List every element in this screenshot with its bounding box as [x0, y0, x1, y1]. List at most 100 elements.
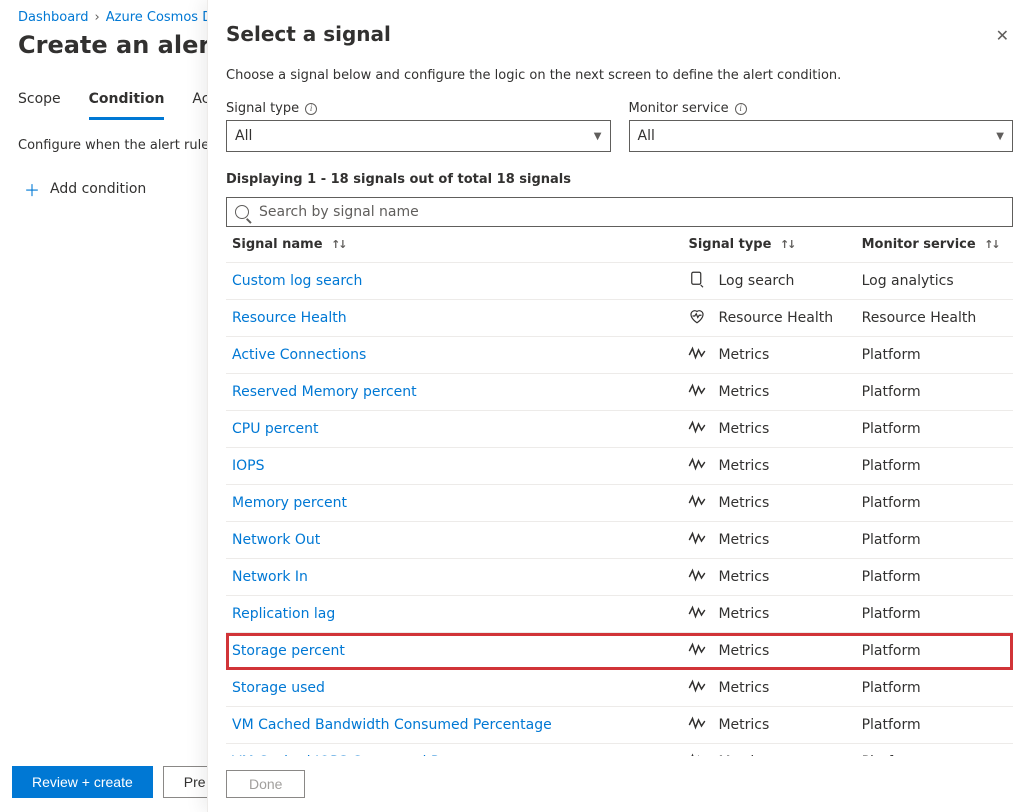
- breadcrumb-cosmos[interactable]: Azure Cosmos D: [106, 10, 212, 25]
- signal-name-link[interactable]: Replication lag: [232, 606, 335, 622]
- metric-icon: [688, 677, 706, 699]
- table-row[interactable]: IOPS Metrics Platform: [226, 448, 1013, 485]
- monitor-service-text: Resource Health: [856, 300, 1013, 337]
- signal-name-link[interactable]: Custom log search: [232, 273, 362, 289]
- review-create-button[interactable]: Review + create: [12, 766, 153, 798]
- monitor-service-text: Platform: [856, 411, 1013, 448]
- panel-title: Select a signal: [226, 22, 391, 46]
- monitor-service-text: Platform: [856, 670, 1013, 707]
- monitor-service-select[interactable]: All ▼: [629, 120, 1014, 152]
- monitor-service-text: Platform: [856, 744, 1013, 757]
- sort-icon: ↑↓: [984, 238, 998, 251]
- chevron-down-icon: ▼: [996, 131, 1004, 142]
- table-row[interactable]: Reserved Memory percent Metrics Platform: [226, 374, 1013, 411]
- monitor-service-text: Platform: [856, 559, 1013, 596]
- table-row[interactable]: Network Out Metrics Platform: [226, 522, 1013, 559]
- metric-icon: [688, 529, 706, 551]
- search-icon: [235, 205, 249, 219]
- sort-icon: ↑↓: [331, 238, 345, 251]
- signal-name-link[interactable]: Active Connections: [232, 347, 366, 363]
- signal-type-text: Log search: [718, 273, 794, 289]
- signal-type-text: Metrics: [718, 384, 769, 400]
- chevron-down-icon: ▼: [594, 131, 602, 142]
- signal-name-link[interactable]: CPU percent: [232, 421, 319, 437]
- col-signal-name[interactable]: Signal name ↑↓: [226, 227, 682, 263]
- signal-name-link[interactable]: Storage percent: [232, 643, 345, 659]
- sort-icon: ↑↓: [780, 238, 794, 251]
- add-condition-label: Add condition: [50, 181, 146, 197]
- signal-name-link[interactable]: IOPS: [232, 458, 264, 474]
- signal-type-text: Metrics: [718, 680, 769, 696]
- signal-type-text: Metrics: [718, 569, 769, 585]
- metric-icon: [688, 566, 706, 588]
- table-row[interactable]: Replication lag Metrics Platform: [226, 596, 1013, 633]
- tab-scope[interactable]: Scope: [18, 85, 61, 120]
- metric-icon: [688, 492, 706, 514]
- info-icon[interactable]: i: [305, 103, 317, 115]
- signal-type-text: Metrics: [718, 532, 769, 548]
- signal-name-link[interactable]: Network Out: [232, 532, 320, 548]
- signal-type-text: Metrics: [718, 495, 769, 511]
- col-signal-type[interactable]: Signal type ↑↓: [682, 227, 855, 263]
- metric-icon: [688, 381, 706, 403]
- metric-icon: [688, 455, 706, 477]
- metric-icon: [688, 640, 706, 662]
- monitor-service-label: Monitor service i: [629, 101, 1014, 116]
- signal-type-text: Metrics: [718, 643, 769, 659]
- signal-name-link[interactable]: VM Cached Bandwidth Consumed Percentage: [232, 717, 552, 733]
- signal-type-text: Metrics: [718, 458, 769, 474]
- signal-type-select[interactable]: All ▼: [226, 120, 611, 152]
- monitor-service-text: Platform: [856, 596, 1013, 633]
- signal-type-value: All: [235, 128, 252, 144]
- monitor-service-text: Platform: [856, 448, 1013, 485]
- table-row[interactable]: VM Cached Bandwidth Consumed Percentage M…: [226, 707, 1013, 744]
- monitor-service-text: Platform: [856, 633, 1013, 670]
- signal-name-link[interactable]: Resource Health: [232, 310, 347, 326]
- metric-icon: [688, 714, 706, 736]
- table-row[interactable]: Active Connections Metrics Platform: [226, 337, 1013, 374]
- monitor-service-text: Platform: [856, 522, 1013, 559]
- table-row[interactable]: Custom log search Log search Log analytics: [226, 263, 1013, 300]
- col-monitor-service[interactable]: Monitor service ↑↓: [856, 227, 1013, 263]
- table-row[interactable]: VM Cached IOPS Consumed PercentageMetric…: [226, 744, 1013, 757]
- signal-type-text: Metrics: [718, 347, 769, 363]
- tab-condition[interactable]: Condition: [89, 85, 165, 120]
- table-row[interactable]: Resource Health Resource Health Resource H…: [226, 300, 1013, 337]
- signal-name-link[interactable]: Memory percent: [232, 495, 347, 511]
- log-icon: [688, 270, 706, 292]
- select-signal-panel: Select a signal ✕ Choose a signal below …: [207, 0, 1031, 812]
- signal-type-text: Resource Health: [718, 310, 833, 326]
- metric-icon: [688, 418, 706, 440]
- metric-icon: [688, 603, 706, 625]
- signal-name-link[interactable]: Storage used: [232, 680, 325, 696]
- monitor-service-text: Platform: [856, 337, 1013, 374]
- metric-icon: [688, 344, 706, 366]
- breadcrumb-dashboard[interactable]: Dashboard: [18, 10, 89, 25]
- signal-type-text: Metrics: [718, 717, 769, 733]
- plus-icon: ＋: [24, 177, 40, 201]
- close-icon[interactable]: ✕: [992, 22, 1013, 49]
- table-row[interactable]: Network In Metrics Platform: [226, 559, 1013, 596]
- panel-description: Choose a signal below and configure the …: [226, 68, 1013, 83]
- done-button[interactable]: Done: [226, 770, 305, 798]
- table-row[interactable]: CPU percent Metrics Platform: [226, 411, 1013, 448]
- table-row[interactable]: Memory percent Metrics Platform: [226, 485, 1013, 522]
- breadcrumb-separator: ›: [95, 10, 100, 25]
- monitor-service-text: Platform: [856, 374, 1013, 411]
- table-row[interactable]: Storage used Metrics Platform: [226, 670, 1013, 707]
- monitor-service-text: Log analytics: [856, 263, 1013, 300]
- heart-icon: [688, 307, 706, 329]
- signal-type-label: Signal type i: [226, 101, 611, 116]
- info-icon[interactable]: i: [735, 103, 747, 115]
- signals-table: Signal name ↑↓ Signal type ↑↓ Monitor se…: [226, 227, 1013, 756]
- monitor-service-text: Platform: [856, 485, 1013, 522]
- signal-count-text: Displaying 1 - 18 signals out of total 1…: [226, 172, 1013, 187]
- signal-type-text: Metrics: [718, 606, 769, 622]
- monitor-service-value: All: [638, 128, 655, 144]
- search-input[interactable]: [257, 203, 1004, 221]
- signal-name-link[interactable]: Network In: [232, 569, 308, 585]
- signal-type-text: Metrics: [718, 421, 769, 437]
- signal-name-link[interactable]: Reserved Memory percent: [232, 384, 417, 400]
- search-box[interactable]: [226, 197, 1013, 227]
- table-row[interactable]: Storage percent Metrics Platform: [226, 633, 1013, 670]
